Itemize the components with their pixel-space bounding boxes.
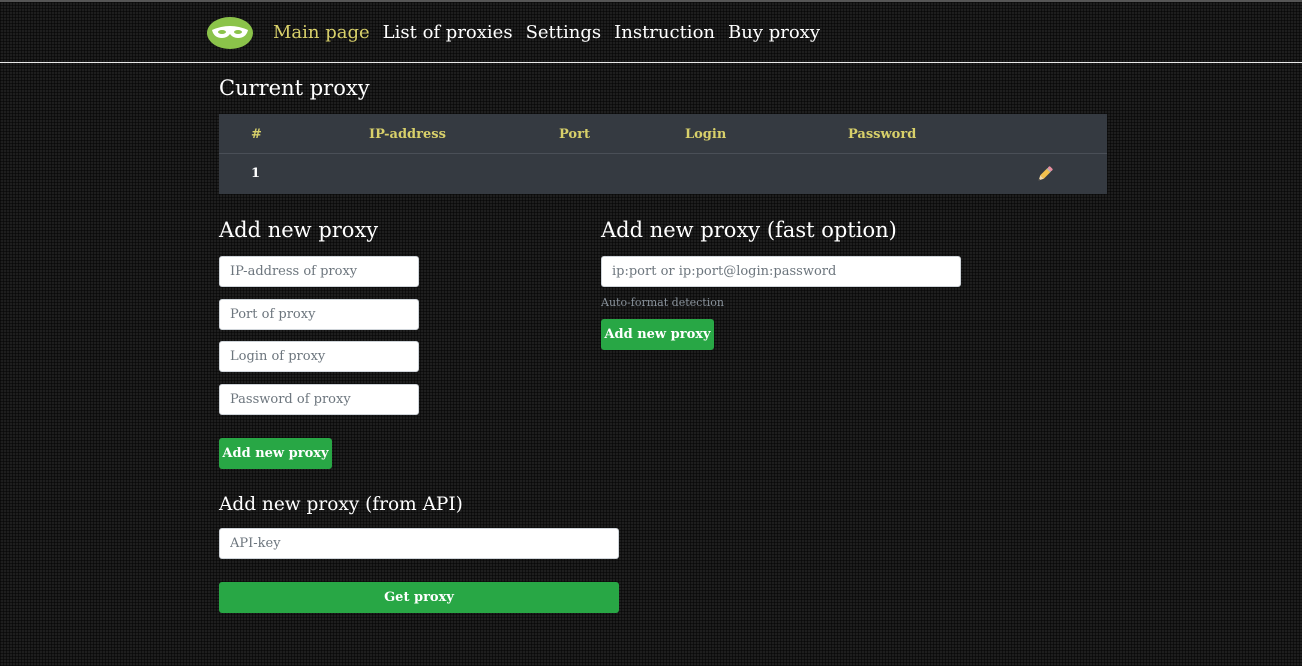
nav-instruction[interactable]: Instruction <box>614 21 715 45</box>
add-proxy-fast-button[interactable]: Add new proxy <box>601 319 714 350</box>
add-proxy-api-title: Add new proxy (from API) <box>219 494 463 515</box>
get-proxy-button[interactable]: Get proxy <box>219 582 619 613</box>
current-proxy-table: # IP-address Port Login Password 1 <box>219 114 1107 194</box>
auto-format-hint: Auto-format detection <box>601 296 724 309</box>
login-input[interactable] <box>219 341 419 372</box>
nav-list-of-proxies[interactable]: List of proxies <box>383 21 513 45</box>
port-input[interactable] <box>219 299 419 330</box>
top-navbar: Main page List of proxies Settings Instr… <box>0 0 1302 63</box>
add-proxy-button[interactable]: Add new proxy <box>219 438 332 469</box>
password-input[interactable] <box>219 384 419 415</box>
column-header-index: # <box>251 127 262 142</box>
nav-main-page[interactable]: Main page <box>273 21 370 45</box>
column-header-password: Password <box>848 127 917 142</box>
add-proxy-title: Add new proxy <box>219 218 379 242</box>
api-key-input[interactable] <box>219 528 619 559</box>
ip-address-input[interactable] <box>219 256 419 287</box>
green-mask-logo-icon[interactable] <box>206 14 254 50</box>
pencil-icon[interactable] <box>1035 164 1055 184</box>
column-header-port: Port <box>559 127 590 142</box>
nav-buy-proxy[interactable]: Buy proxy <box>728 21 820 45</box>
row-index: 1 <box>251 166 261 181</box>
current-proxy-title: Current proxy <box>219 76 370 100</box>
table-header-row: # IP-address Port Login Password <box>219 114 1107 154</box>
column-header-ip-address: IP-address <box>369 127 446 142</box>
table-row: 1 <box>219 154 1107 194</box>
add-proxy-fast-title: Add new proxy (fast option) <box>601 218 897 242</box>
nav-settings[interactable]: Settings <box>526 21 602 45</box>
fast-proxy-input[interactable] <box>601 256 961 287</box>
main-nav: Main page List of proxies Settings Instr… <box>273 21 820 45</box>
column-header-login: Login <box>685 127 727 142</box>
